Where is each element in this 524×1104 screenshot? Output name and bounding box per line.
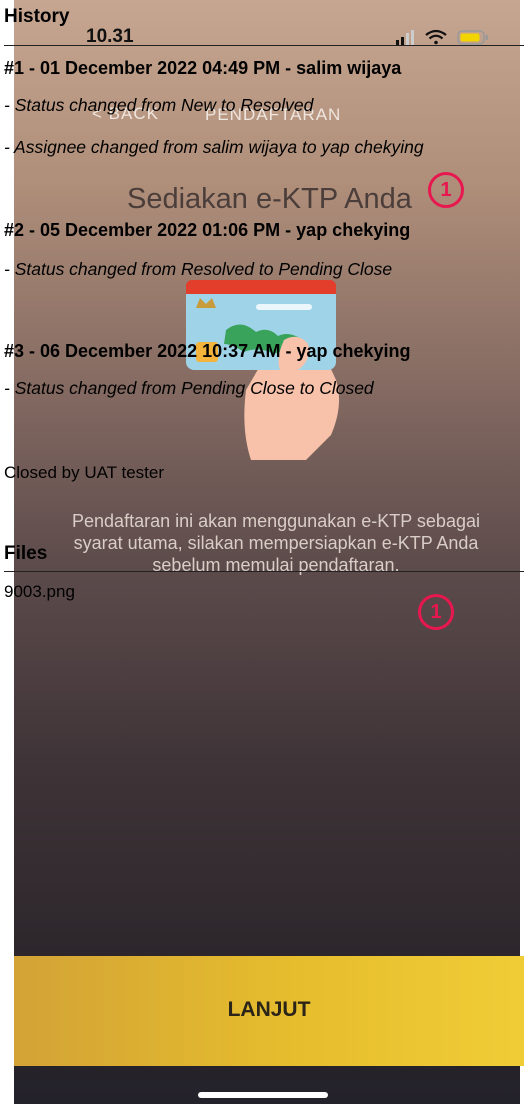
- history-change: - Status changed from Pending Close to C…: [4, 378, 374, 398]
- files-heading: Files: [4, 543, 48, 564]
- history-note: Closed by UAT tester: [4, 463, 164, 482]
- history-entry-header: #2 - 05 December 2022 01:06 PM - yap che…: [4, 220, 411, 240]
- file-link[interactable]: 9003.png: [4, 582, 75, 602]
- history-overlay: History #1 - 01 December 2022 04:49 PM -…: [0, 0, 524, 1104]
- history-entry-header: #3 - 06 December 2022 10:37 AM - yap che…: [4, 341, 411, 361]
- history-change: - Status changed from Resolved to Pendin…: [4, 259, 393, 279]
- files-divider: [4, 571, 524, 572]
- history-divider: [4, 45, 524, 46]
- history-entry-header: #1 - 01 December 2022 04:49 PM - salim w…: [4, 58, 402, 78]
- history-change: - Status changed from New to Resolved: [4, 95, 314, 115]
- history-change: - Assignee changed from salim wijaya to …: [4, 137, 424, 157]
- history-heading: History: [4, 6, 70, 27]
